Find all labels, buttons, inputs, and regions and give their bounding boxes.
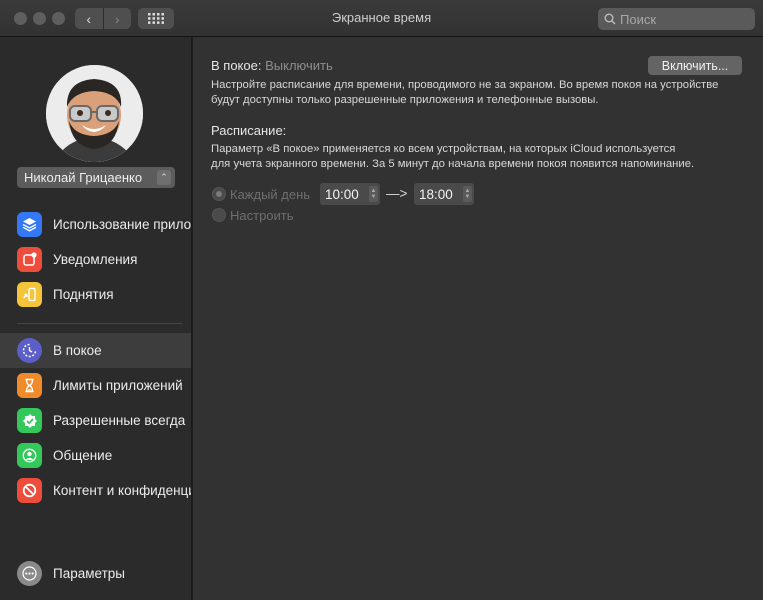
downtime-icon (17, 338, 42, 363)
sidebar-item-app-limits[interactable]: Лимиты приложений (0, 368, 191, 403)
sidebar-item-label: В покое (53, 343, 102, 358)
contact-icon (17, 443, 42, 468)
back-button[interactable]: ‹ (75, 8, 103, 29)
enable-downtime-button[interactable]: Включить... (648, 56, 742, 75)
sidebar-item-label: Разрешенные всегда (53, 413, 186, 428)
search-icon (604, 13, 616, 25)
start-time: 10:00 (325, 186, 359, 202)
sidebar-item-label: Поднятия (53, 287, 114, 302)
start-time-field[interactable]: 10:00 ▲ ▼ (320, 183, 380, 205)
checkmark-badge-icon (17, 408, 42, 433)
pickup-icon (17, 282, 42, 307)
close-window-button[interactable] (14, 12, 27, 25)
sidebar-item-label: Лимиты приложений (53, 378, 183, 393)
downtime-status-row: В покое: Выключить (211, 58, 333, 73)
sidebar-item-communication[interactable]: Общение (0, 438, 191, 473)
sidebar-item-label: Использование приложений (53, 217, 191, 232)
search-input[interactable] (620, 11, 740, 27)
title-bar: ‹ › Экранное время (0, 0, 763, 37)
schedule-label: Расписание: (211, 123, 287, 138)
start-time-stepper[interactable]: ▲ ▼ (369, 186, 378, 202)
sidebar-item-notifications[interactable]: Уведомления (0, 242, 191, 277)
show-all-button[interactable] (138, 8, 174, 29)
sidebar-item-options[interactable]: Параметры (0, 556, 191, 591)
restricted-icon (17, 478, 42, 503)
sidebar-item-content-privacy[interactable]: Контент и конфиденциальность (0, 473, 191, 508)
zoom-window-button[interactable] (52, 12, 65, 25)
sidebar-item-pickups[interactable]: Поднятия (0, 277, 191, 312)
sidebar-item-label: Параметры (53, 566, 125, 581)
more-icon (17, 561, 42, 586)
end-time-field[interactable]: 18:00 ▲ ▼ (414, 183, 474, 205)
layers-icon (17, 212, 42, 237)
sidebar-item-label: Контент и конфиденциальность (53, 483, 191, 498)
sidebar-item-label: Общение (53, 448, 113, 463)
chevron-right-icon: › (114, 10, 120, 27)
forward-button[interactable]: › (102, 8, 132, 29)
notification-icon (17, 247, 42, 272)
minimize-window-button[interactable] (33, 12, 46, 25)
grid-icon (148, 13, 164, 24)
memoji-image (46, 65, 143, 162)
navigation-buttons: ‹ › (75, 8, 131, 29)
every-day-radio[interactable] (212, 187, 226, 201)
avatar[interactable] (46, 65, 143, 162)
sidebar: Николай Грицаенко ⌃ Использование прилож… (0, 37, 192, 600)
sidebar-divider (17, 323, 182, 324)
every-day-label: Каждый день (230, 187, 311, 202)
chevron-updown-icon: ⌃ (157, 170, 171, 185)
user-select[interactable]: Николай Грицаенко ⌃ (17, 167, 175, 188)
custom-schedule-label: Настроить (230, 208, 294, 223)
sidebar-item-app-usage[interactable]: Использование приложений (0, 207, 191, 242)
downtime-pane: В покое: Выключить Включить... Настройте… (193, 37, 763, 600)
downtime-label: В покое: (211, 58, 262, 73)
schedule-description: Параметр «В покое» применяется ко всем у… (211, 143, 695, 170)
downtime-description: Настройте расписание для времени, провод… (211, 79, 719, 106)
sidebar-item-label: Уведомления (53, 252, 138, 267)
search-field[interactable] (598, 8, 755, 30)
hourglass-icon (17, 373, 42, 398)
end-time-stepper[interactable]: ▲ ▼ (463, 186, 472, 202)
custom-schedule-radio[interactable] (212, 208, 226, 222)
end-time: 18:00 (419, 186, 453, 202)
chevron-left-icon: ‹ (86, 10, 92, 27)
downtime-status: Выключить (265, 58, 333, 73)
user-name: Николай Грицаенко (24, 170, 143, 185)
sidebar-item-downtime[interactable]: В покое (0, 333, 191, 368)
time-range-arrow: —> (386, 186, 408, 201)
sidebar-item-always-allowed[interactable]: Разрешенные всегда (0, 403, 191, 438)
